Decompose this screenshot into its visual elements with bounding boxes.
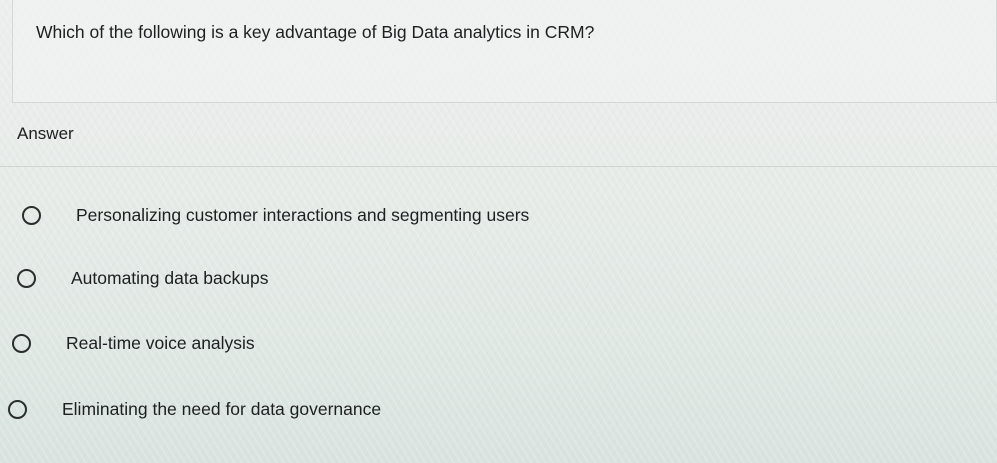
question-text: Which of the following is a key advantag… [36,22,595,42]
answer-label: Answer [17,124,74,143]
answer-option-4[interactable]: Eliminating the need for data governance [8,394,381,424]
answer-option-1[interactable]: Personalizing customer interactions and … [22,200,529,230]
radio-unchecked-icon[interactable] [8,399,27,419]
radio-unchecked-icon[interactable] [17,268,36,288]
answer-option-label[interactable]: Automating data backups [71,268,269,289]
answer-option-2[interactable]: Automating data backups [17,263,269,293]
answer-option-label[interactable]: Eliminating the need for data governance [62,399,381,420]
answer-divider [0,166,997,167]
answer-option-label[interactable]: Real-time voice analysis [66,333,255,354]
radio-unchecked-icon[interactable] [22,205,41,225]
radio-unchecked-icon[interactable] [12,333,31,353]
answer-option-3[interactable]: Real-time voice analysis [12,328,255,358]
question-box: Which of the following is a key advantag… [12,0,997,103]
answer-option-label[interactable]: Personalizing customer interactions and … [76,205,529,226]
